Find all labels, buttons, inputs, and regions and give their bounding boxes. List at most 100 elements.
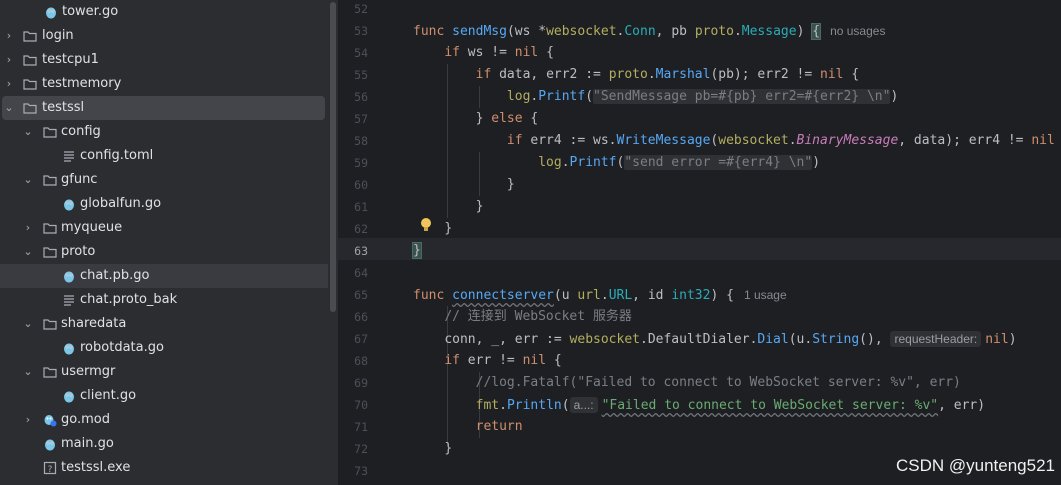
line-number[interactable]: 72 — [338, 438, 368, 460]
type-name: URL — [608, 288, 633, 303]
tree-item-config-toml[interactable]: config.toml — [0, 144, 325, 168]
line-number[interactable]: 64 — [338, 262, 368, 284]
tree-item-go-mod[interactable]: › go.mod — [0, 408, 325, 432]
tree-item-chat-pb-go[interactable]: chat.pb.go — [0, 264, 328, 288]
code-line-66[interactable]: // 连接到 WebSocket 服务器 — [413, 306, 632, 328]
chevron-down-icon[interactable]: ⌄ — [23, 245, 33, 259]
function-name[interactable]: sendMsg — [452, 24, 507, 39]
type-name: Conn — [624, 24, 656, 39]
tree-item-proto[interactable]: ⌄ proto — [0, 240, 325, 264]
line-number[interactable]: 73 — [338, 460, 368, 482]
function-call: Printf — [538, 89, 586, 104]
tree-item-sharedata[interactable]: ⌄ sharedata — [0, 312, 325, 336]
line-number[interactable]: 70 — [338, 394, 368, 416]
chevron-right-icon[interactable]: › — [4, 29, 14, 43]
tree-item-login[interactable]: › login — [0, 24, 325, 48]
code-line-70[interactable]: fmt.Println(a...: "Failed to connect to W… — [413, 394, 985, 416]
tree-item-label: usermgr — [61, 364, 116, 379]
line-number[interactable]: 57 — [338, 108, 368, 130]
folder-icon — [43, 125, 57, 139]
line-number[interactable]: 56 — [338, 86, 368, 108]
matched-brace: { — [811, 23, 822, 40]
chevron-right-icon[interactable]: › — [23, 413, 33, 427]
tree-item-chat-proto-bak[interactable]: chat.proto_bak — [0, 288, 325, 312]
tree-item-label: main.go — [61, 436, 114, 451]
tree-item-testcpu1[interactable]: › testcpu1 — [0, 48, 325, 72]
tree-item-gfunc[interactable]: ⌄ gfunc — [0, 168, 325, 192]
line-number[interactable]: 68 — [338, 350, 368, 372]
folder-icon — [43, 221, 57, 235]
line-number[interactable]: 62 — [338, 218, 368, 240]
code-line-57[interactable]: } else { — [413, 108, 539, 130]
chevron-right-icon[interactable]: › — [4, 53, 14, 67]
line-number[interactable]: 67 — [338, 328, 368, 350]
function-call: Println — [506, 398, 562, 413]
tree-item-robotdata-go[interactable]: robotdata.go — [0, 336, 325, 360]
line-number[interactable]: 59 — [338, 152, 368, 174]
tree-item-client-go[interactable]: client.go — [0, 384, 325, 408]
tree-item-label: chat.proto_bak — [80, 292, 178, 307]
line-number[interactable]: 58 — [338, 130, 368, 152]
tree-item-testmemory[interactable]: › testmemory — [0, 72, 325, 96]
line-number[interactable]: 53 — [338, 20, 368, 42]
code-line-67[interactable]: conn, _, err := websocket.DefaultDialer.… — [413, 328, 1017, 350]
line-number[interactable]: 55 — [338, 64, 368, 86]
tree-item-usermgr[interactable]: ⌄ usermgr — [0, 360, 325, 384]
code-line-72[interactable]: } — [413, 438, 452, 460]
code-text: ) — [1008, 332, 1017, 347]
code-line-71[interactable]: return — [413, 416, 523, 438]
chevron-right-icon[interactable]: › — [4, 77, 14, 91]
tree-item-testssl-exe[interactable]: ? testssl.exe — [0, 456, 325, 480]
code-text: , err) — [938, 398, 986, 413]
go-file-icon — [62, 389, 76, 403]
line-number[interactable]: 63 — [338, 240, 368, 262]
line-number[interactable]: 60 — [338, 174, 368, 196]
line-number[interactable]: 71 — [338, 416, 368, 438]
line-number[interactable]: 69 — [338, 372, 368, 394]
tree-item-main-go[interactable]: main.go — [0, 432, 325, 456]
code-line-61[interactable]: } — [413, 196, 484, 218]
code-line-69[interactable]: //log.Fatalf("Failed to connect to WebSo… — [413, 372, 961, 394]
line-number[interactable]: 52 — [338, 0, 368, 20]
line-number[interactable]: 66 — [338, 306, 368, 328]
code-line-58[interactable]: if err4 := ws.WriteMessage(websocket.Bin… — [413, 130, 1055, 152]
tree-item-testssl[interactable]: ⌄ testssl — [2, 96, 325, 120]
code-line-65[interactable]: func connectserver(u url.URL, id int32) … — [413, 284, 787, 306]
tree-item-tower-go[interactable]: tower.go — [0, 0, 325, 24]
line-number[interactable]: 54 — [338, 42, 368, 64]
code-text: } — [444, 441, 453, 456]
chevron-down-icon[interactable]: ⌄ — [23, 125, 33, 139]
line-number[interactable]: 65 — [338, 284, 368, 306]
tree-item-globalfun-go[interactable]: globalfun.go — [0, 192, 325, 216]
folder-icon — [23, 29, 37, 43]
sidebar-scrollbar-thumb[interactable] — [330, 2, 336, 312]
code-line-59[interactable]: log.Printf("send error =#{err4} \n") — [413, 152, 820, 174]
code-text: , id — [632, 288, 672, 303]
go-mod-icon — [43, 413, 57, 427]
lightbulb-icon[interactable] — [420, 217, 432, 233]
tree-item-config[interactable]: ⌄ config — [0, 120, 325, 144]
code-line-53[interactable]: func sendMsg(ws *websocket. Conn, pb prot… — [413, 20, 885, 42]
line-number[interactable]: 61 — [338, 196, 368, 218]
code-line-60[interactable]: } — [413, 174, 515, 196]
code-line-56[interactable]: log.Printf("SendMessage pb=#{pb} err2=#{… — [413, 86, 898, 108]
function-name[interactable]: connectserver — [452, 288, 554, 303]
tree-item-myqueue[interactable]: › myqueue — [0, 216, 325, 240]
code-line-68[interactable]: if err != nil { — [413, 350, 562, 372]
keyword: if — [444, 353, 460, 368]
code-line-55[interactable]: if data, err2 := proto.Marshal(pb); err2… — [413, 64, 860, 86]
usages-hint[interactable]: 1 usage — [744, 288, 787, 302]
usages-hint[interactable]: no usages — [830, 24, 885, 38]
chevron-down-icon[interactable]: ⌄ — [23, 173, 33, 187]
code-text: { — [546, 353, 562, 368]
chevron-right-icon[interactable]: › — [23, 221, 33, 235]
chevron-down-icon[interactable]: ⌄ — [23, 365, 33, 379]
chevron-down-icon[interactable]: ⌄ — [23, 317, 33, 331]
code-line-54[interactable]: if ws != nil { — [413, 42, 554, 64]
watermark: CSDN @yunteng521 — [895, 456, 1055, 475]
parameter-hint: requestHeader: — [890, 331, 982, 347]
chevron-down-icon[interactable]: ⌄ — [4, 101, 14, 115]
tree-item-label: config — [61, 124, 101, 139]
code-line-63[interactable]: } — [412, 240, 422, 262]
code-line-62[interactable]: } — [413, 218, 452, 240]
